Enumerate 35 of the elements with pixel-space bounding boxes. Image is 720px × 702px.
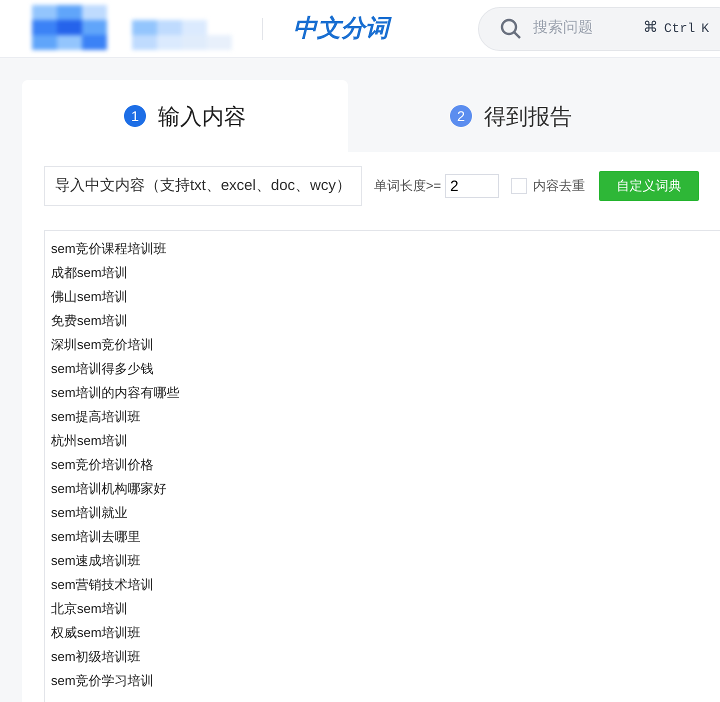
content-line: 权威sem培训班	[51, 624, 142, 642]
content-line: sem培训就业	[51, 504, 129, 522]
tab[interactable]: 1 输入内容	[22, 80, 348, 152]
step-number: 1	[124, 105, 146, 127]
content-line: 成都sem培训	[51, 264, 129, 282]
step-number: 2	[450, 105, 472, 127]
content-line: sem培训得多少钱	[51, 360, 155, 378]
content-line: sem提高培训班	[51, 408, 142, 426]
content-line: sem竞价课程培训班	[51, 240, 168, 258]
import-button[interactable]: 导入中文内容（支持txt、excel、doc、wcy）	[44, 166, 362, 206]
content-textarea[interactable]: sem竞价课程培训班 成都sem培训 佛山sem培训 免费sem培训 深圳sem竞价培训 sem培训得多少钱 sem培训的内容有哪些 sem提高培训班 杭州sem培训 sem竞价培训价格 sem培训机构哪家好 sem培训就业 sem培训去哪里 sem速成培训班 sem营销技术培训 北京sem培训 权威sem培训班 sem初级培训班 sem竞价学习培训	[44, 230, 720, 702]
content-line: sem培训机构哪家好	[51, 480, 168, 498]
content-line: sem培训去哪里	[51, 528, 142, 546]
content-line: sem培训的内容有哪些	[51, 384, 181, 402]
search-input[interactable]: 搜索问题	[533, 17, 633, 40]
content-line: 佛山sem培训	[51, 288, 129, 306]
content-line: sem营销技术培训	[51, 576, 155, 594]
dedupe-checkbox[interactable]	[511, 178, 528, 194]
shortcut-key: Ctrl	[664, 18, 696, 38]
search-field[interactable]: 搜索问题 ⌘ Ctrl K	[478, 6, 720, 50]
shortcut-symbol: ⌘	[643, 18, 658, 38]
dedupe-label: 内容去重	[533, 177, 586, 196]
length-label: 单词长度>=	[374, 177, 442, 196]
content-line: sem竞价培训价格	[51, 456, 155, 474]
content-line: 免费sem培训	[51, 312, 129, 330]
content-line: 杭州sem培训	[51, 432, 129, 450]
search-icon	[499, 16, 523, 40]
shortcut-key: K	[701, 18, 710, 38]
content-line: sem初级培训班	[51, 648, 142, 666]
content-line: 北京sem培训	[51, 600, 129, 618]
content-line: 深圳sem竞价培训	[51, 336, 155, 354]
content-line: sem速成培训班	[51, 552, 142, 570]
logo-icon	[32, 4, 232, 52]
length-input[interactable]: 2	[445, 174, 500, 198]
content-line: sem竞价学习培训	[51, 672, 155, 690]
